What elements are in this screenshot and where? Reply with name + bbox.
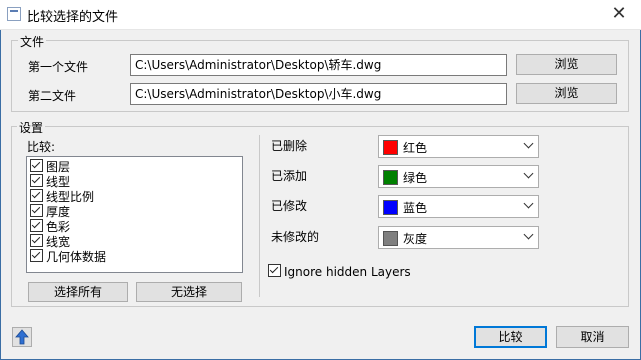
unmodified-color-select[interactable]: 灰度	[378, 226, 539, 249]
chevron-down-icon	[524, 200, 534, 210]
compare-item-linetype[interactable]: 线型	[30, 174, 70, 189]
window-border-left	[0, 30, 1, 360]
deleted-label: 已删除	[271, 139, 308, 153]
compare-item-layer[interactable]: 图层	[30, 159, 70, 174]
blue-swatch	[383, 200, 398, 215]
checkbox-checked-icon[interactable]	[30, 249, 43, 262]
unmodified-label: 未修改的	[271, 230, 320, 244]
compare-item-linetype-scale[interactable]: 线型比例	[30, 189, 94, 204]
compare-item-geometry[interactable]: 几何体数据	[30, 249, 106, 264]
window-title: 比较选择的文件	[27, 10, 119, 25]
added-label: 已添加	[271, 169, 308, 183]
modified-label: 已修改	[271, 199, 308, 213]
second-file-label: 第二文件	[28, 89, 77, 103]
browse-first-button[interactable]: 浏览	[516, 54, 617, 75]
gray-swatch	[383, 231, 398, 246]
second-file-field[interactable]: C:\Users\Administrator\Desktop\小车.dwg	[130, 83, 507, 105]
settings-divider	[259, 135, 260, 297]
checkbox-checked-icon[interactable]	[30, 219, 43, 232]
checkbox-checked-icon[interactable]	[30, 204, 43, 217]
settings-group-label: 设置	[17, 119, 46, 136]
chevron-down-icon	[524, 140, 534, 150]
arrow-up-icon	[15, 329, 29, 345]
compare-item-color[interactable]: 色彩	[30, 219, 70, 234]
checkbox-checked-icon[interactable]	[268, 264, 281, 277]
compare-item-lineweight[interactable]: 线宽	[30, 234, 70, 249]
red-swatch	[383, 140, 398, 155]
first-file-field[interactable]: C:\Users\Administrator\Desktop\轿车.dwg	[130, 54, 507, 76]
compare-listbox: 图层 线型 线型比例 厚度 色彩 线宽 几何体数据	[26, 156, 243, 273]
up-button[interactable]	[12, 327, 32, 347]
first-file-label: 第一个文件	[28, 60, 89, 74]
select-all-button[interactable]: 选择所有	[28, 282, 128, 302]
green-swatch	[383, 170, 398, 185]
chevron-down-icon	[524, 231, 534, 241]
close-button[interactable]: ✕	[597, 0, 641, 30]
checkbox-checked-icon[interactable]	[30, 174, 43, 187]
ignore-hidden-layers-option[interactable]: Ignore hidden Layers	[268, 264, 411, 279]
browse-second-button[interactable]: 浏览	[516, 83, 617, 104]
compare-label: 比较:	[27, 140, 56, 154]
files-group-label: 文件	[18, 33, 47, 50]
checkbox-checked-icon[interactable]	[30, 234, 43, 247]
compare-item-thickness[interactable]: 厚度	[30, 204, 70, 219]
added-color-select[interactable]: 绿色	[378, 165, 539, 188]
checkbox-checked-icon[interactable]	[30, 159, 43, 172]
select-none-button[interactable]: 无选择	[136, 282, 242, 302]
app-icon	[7, 7, 21, 21]
cancel-button[interactable]: 取消	[556, 326, 629, 348]
modified-color-select[interactable]: 蓝色	[378, 195, 539, 218]
compare-button[interactable]: 比较	[474, 326, 547, 348]
deleted-color-select[interactable]: 红色	[378, 135, 539, 158]
chevron-down-icon	[524, 170, 534, 180]
checkbox-checked-icon[interactable]	[30, 189, 43, 202]
